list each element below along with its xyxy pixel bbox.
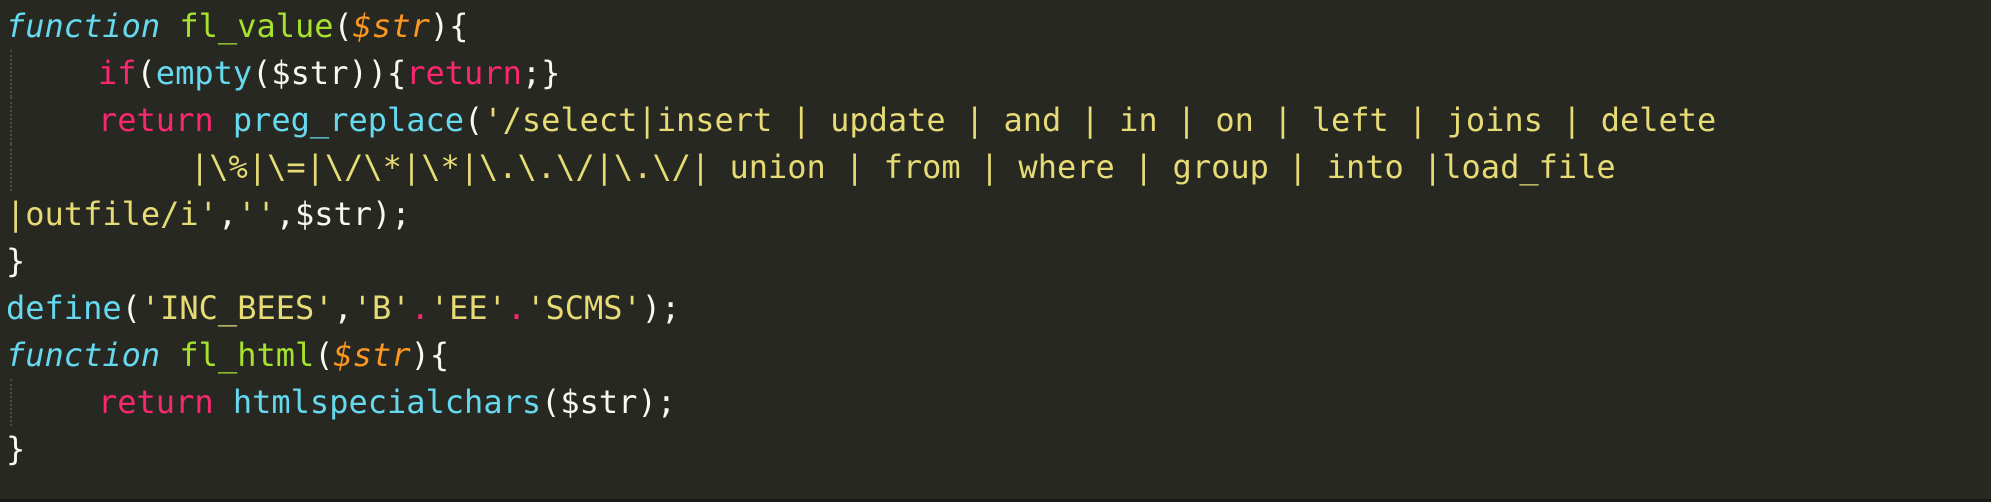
keyword-return: return: [98, 101, 214, 139]
builtin-preg-replace: preg_replace: [232, 101, 465, 139]
regex-string-part3: |outfile/i': [6, 195, 218, 233]
keyword-return: return: [98, 383, 214, 421]
parameter: $str: [352, 7, 430, 45]
closing-brace: }: [6, 430, 26, 468]
call-tail: ,$str);: [275, 195, 411, 233]
keyword-function: function: [6, 336, 161, 374]
statement-end: );: [641, 289, 681, 327]
paren-open: (: [314, 336, 334, 374]
code-line-9: return htmlspecialchars($str);: [0, 379, 1991, 426]
indent-guide: [10, 97, 12, 144]
call-args: ($str);: [541, 383, 676, 421]
string-ee: 'EE': [429, 289, 507, 327]
paren-open: (: [136, 54, 156, 92]
comma: ,: [333, 289, 353, 327]
code-line-7: define('INC_BEES','B'.'EE'.'SCMS');: [0, 285, 1991, 332]
function-name: fl_html: [179, 336, 315, 374]
code-line-6: }: [0, 238, 1991, 285]
indent-guide: [10, 144, 12, 191]
paren-close-brace: ){: [429, 7, 469, 45]
paren-open: (: [464, 101, 484, 139]
keyword-return: return: [406, 54, 522, 92]
code-line-10: }: [0, 426, 1991, 473]
keyword-function: function: [6, 7, 161, 45]
indent-guide: [10, 379, 12, 426]
parameter: $str: [333, 336, 411, 374]
closing-brace: }: [6, 242, 26, 280]
code-line-8: function fl_html($str){: [0, 332, 1991, 379]
code-line-5: |outfile/i','',$str);: [0, 191, 1991, 238]
paren-open: (: [333, 7, 353, 45]
string-scms: 'SCMS': [526, 289, 642, 327]
code-editor[interactable]: function fl_value($str){ if(empty($str))…: [0, 0, 1991, 502]
builtin-htmlspecialchars: htmlspecialchars: [232, 383, 542, 421]
paren-close-brace: ){: [410, 336, 450, 374]
statement-end: ;}: [521, 54, 561, 92]
call-args: ($str)){: [252, 54, 407, 92]
code-line-4: |\%|\=|\/\*|\*|\.\.\/|\.\/| union | from…: [0, 144, 1991, 191]
comma: ,: [217, 195, 238, 233]
builtin-define: define: [6, 289, 122, 327]
empty-string: '': [237, 195, 276, 233]
code-line-3: return preg_replace('/select|insert | up…: [0, 97, 1991, 144]
paren-open: (: [121, 289, 141, 327]
concat-operator: .: [506, 289, 527, 327]
regex-string-part1: '/select|insert | update | and | in | on…: [483, 101, 1717, 139]
string-inc-bees: 'INC_BEES': [140, 289, 334, 327]
concat-operator: .: [410, 289, 430, 327]
string-b: 'B': [352, 289, 411, 327]
indent-guide: [10, 50, 12, 97]
regex-string-part2: |\%|\=|\/\*|\*|\.\.\/|\.\/| union | from…: [190, 148, 1616, 186]
keyword-if: if: [98, 54, 137, 92]
builtin-empty: empty: [155, 54, 253, 92]
code-line-2: if(empty($str)){return;}: [0, 50, 1991, 97]
code-line-1: function fl_value($str){: [0, 3, 1991, 50]
function-name: fl_value: [179, 7, 334, 45]
